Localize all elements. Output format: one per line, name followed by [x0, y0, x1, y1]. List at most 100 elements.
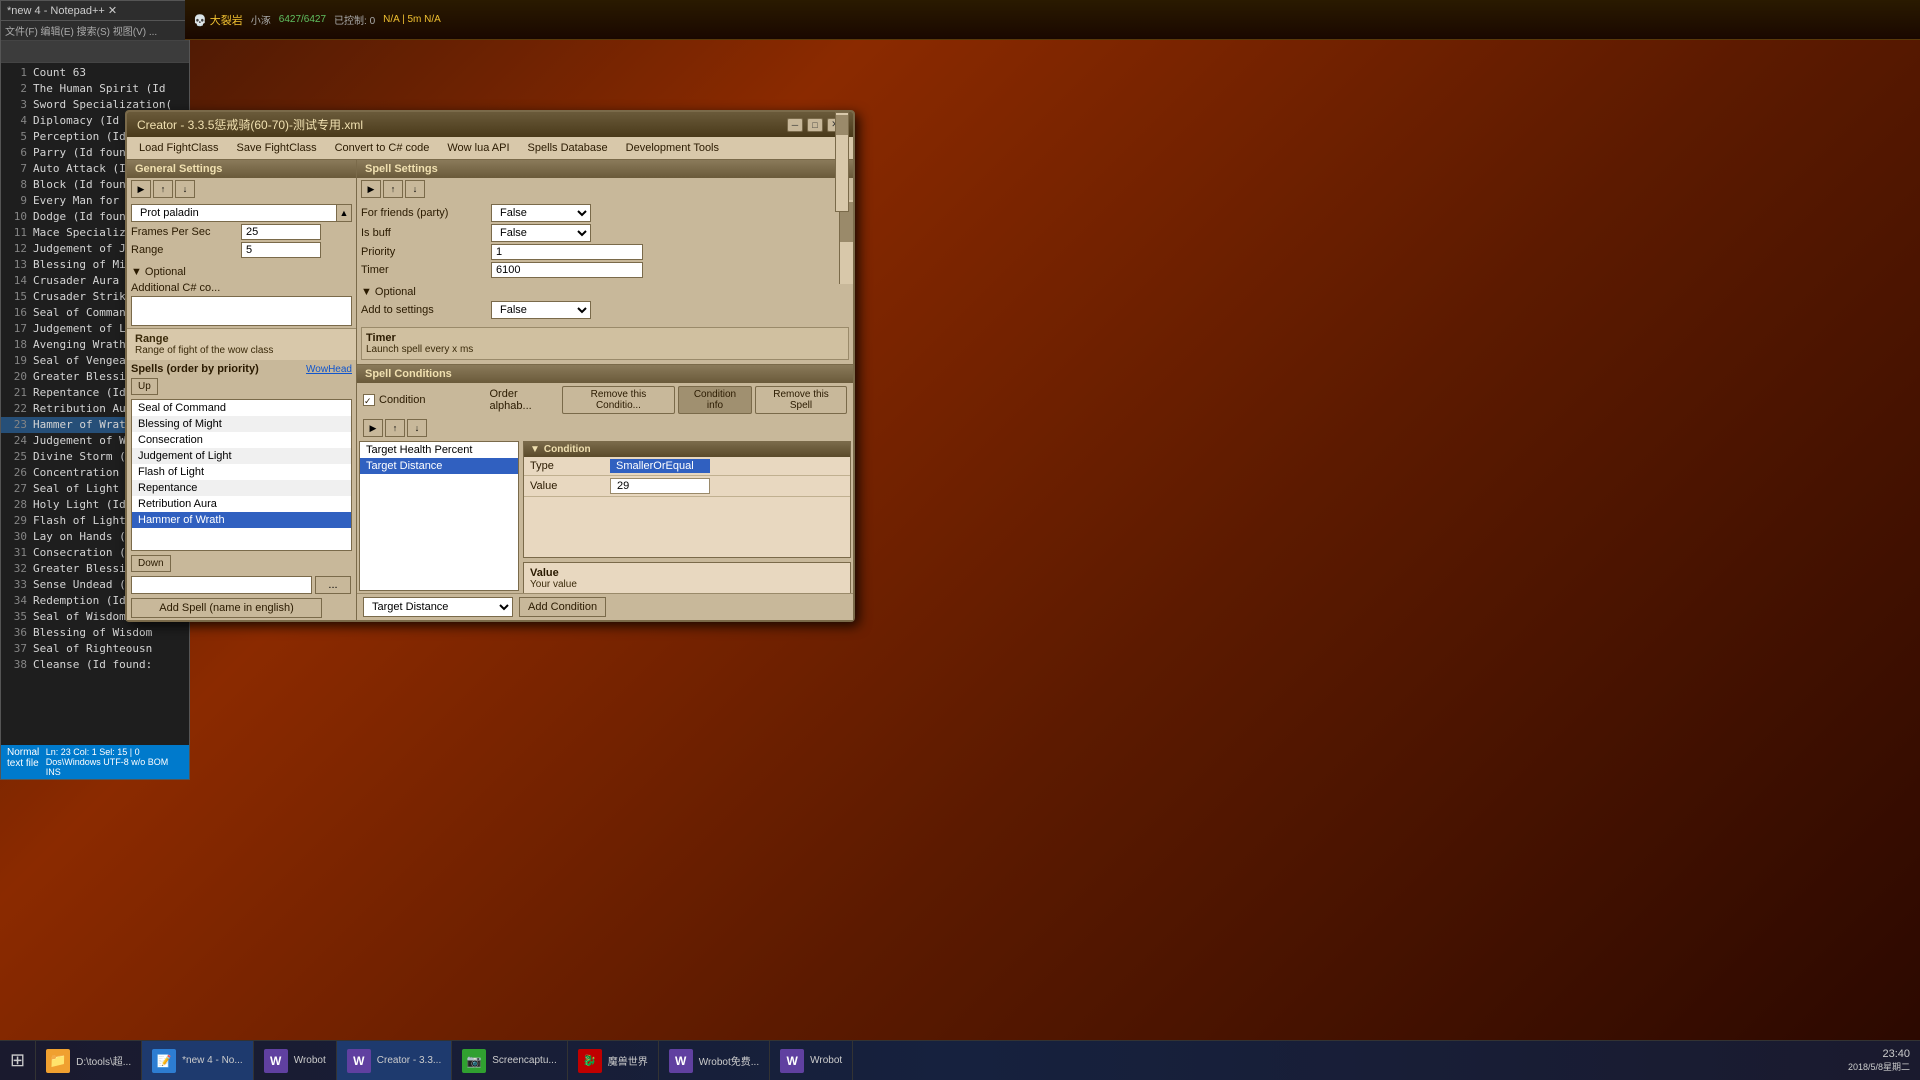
- for-friends-label: For friends (party): [361, 207, 491, 219]
- dialog-minimize-button[interactable]: ─: [787, 118, 803, 132]
- list-item[interactable]: Consecration: [132, 432, 351, 448]
- menu-convert-csharp[interactable]: Convert to C# code: [327, 139, 438, 157]
- range-label: Range: [131, 244, 241, 256]
- general-icon-btn-2[interactable]: ↑: [153, 180, 173, 198]
- taskbar-wrobot-1-label: Wrobot: [294, 1055, 326, 1066]
- remove-condition-button[interactable]: Remove this Conditio...: [562, 386, 675, 414]
- creator-icon: W: [347, 1049, 371, 1073]
- cond-icon-3[interactable]: ↓: [407, 419, 427, 437]
- spell-down-button[interactable]: Down: [131, 555, 171, 572]
- value-title: Value: [530, 567, 844, 579]
- notepad-titlebar: *new 4 - Notepad++ ✕: [1, 1, 189, 21]
- cond-icon-1[interactable]: ▶: [363, 419, 383, 437]
- timer-input[interactable]: [491, 262, 643, 278]
- cond-type-value: SmallerOrEqual: [610, 459, 710, 473]
- spells-header-row: Spells (order by priority) WowHead: [127, 360, 356, 378]
- taskbar-clock: 23:40 2018/5/8星期二: [1838, 1044, 1920, 1077]
- notepad-title: *new 4 - Notepad++: [7, 5, 105, 17]
- is-buff-dropdown[interactable]: False: [491, 224, 591, 242]
- add-condition-button[interactable]: Add Condition: [519, 597, 606, 617]
- taskbar-wrobot-free[interactable]: W Wrobot免费...: [659, 1041, 770, 1080]
- notepad-icon: 📝: [152, 1049, 176, 1073]
- optional-label: Optional: [145, 266, 186, 278]
- cond-section-header: ▼ Condition: [524, 442, 850, 457]
- fight-class-name-scroll-btn[interactable]: ▲: [336, 204, 352, 222]
- general-toolbar: ▶ ↑ ↓: [127, 178, 356, 200]
- add-to-settings-dropdown[interactable]: False: [491, 301, 591, 319]
- add-spell-button[interactable]: Add Spell (name in english): [131, 598, 322, 618]
- range-info: Range Range of fight of the wow class: [127, 328, 356, 360]
- spell-settings-scrollbar[interactable]: [839, 200, 853, 284]
- spell-settings-scroll: For friends (party) False Is buff False …: [357, 200, 853, 284]
- timer-info-section: Timer Launch spell every x ms: [361, 327, 849, 360]
- for-friends-dropdown[interactable]: False: [491, 204, 591, 222]
- list-item[interactable]: Hammer of Wrath: [132, 512, 351, 528]
- cond-value-val[interactable]: 29: [610, 478, 710, 494]
- menu-load-fightclass[interactable]: Load FightClass: [131, 139, 227, 157]
- frames-per-sec-input[interactable]: [241, 224, 321, 240]
- cond-icon-2[interactable]: ↑: [385, 419, 405, 437]
- condition-type-dropdown[interactable]: Target Distance: [363, 597, 513, 617]
- taskbar-wow[interactable]: 🐉 魔兽世界: [568, 1041, 659, 1080]
- spell-search-input[interactable]: [131, 576, 312, 594]
- list-item[interactable]: Judgement of Light: [132, 448, 351, 464]
- notepad-menubar: 文件(F) 编辑(E) 搜索(S) 视图(V) ...: [1, 21, 189, 41]
- condition-checkbox[interactable]: [363, 394, 375, 406]
- list-item[interactable]: Seal of Command: [132, 400, 351, 416]
- priority-input[interactable]: [491, 244, 643, 260]
- general-settings-header: General Settings: [127, 160, 356, 178]
- notepad-line: 1Count 63: [1, 65, 189, 81]
- spells-list[interactable]: Seal of CommandBlessing of MightConsecra…: [131, 399, 352, 551]
- settings-area: Prot paladin ▲ Frames Per Sec Range: [127, 200, 356, 264]
- list-item[interactable]: Flash of Light: [132, 464, 351, 480]
- timer-row: Timer: [361, 262, 849, 278]
- list-item[interactable]: Blessing of Might: [132, 416, 351, 432]
- list-item[interactable]: Retribution Aura: [132, 496, 351, 512]
- spell-browse-button[interactable]: ...: [315, 576, 351, 594]
- menu-wow-lua-api[interactable]: Wow lua API: [439, 139, 517, 157]
- optional-toggle[interactable]: ▼ Optional: [131, 266, 352, 278]
- fight-class-name-dropdown[interactable]: Prot paladin: [131, 204, 352, 222]
- list-item[interactable]: Target Health Percent: [360, 442, 518, 458]
- taskbar-notepad[interactable]: 📝 *new 4 - No...: [142, 1041, 254, 1080]
- general-icon-btn-1[interactable]: ▶: [131, 180, 151, 198]
- spell-settings-icon-1[interactable]: ▶: [361, 180, 381, 198]
- spell-add-row: ...: [127, 574, 356, 596]
- taskbar-notepad-label: *new 4 - No...: [182, 1055, 243, 1066]
- taskbar-wrobot-1[interactable]: W Wrobot: [254, 1041, 337, 1080]
- taskbar-screencapture[interactable]: 📷 Screencaptu...: [452, 1041, 567, 1080]
- condition-info-button[interactable]: Condition info: [678, 386, 752, 414]
- taskbar-wrobot-2[interactable]: W Wrobot: [770, 1041, 853, 1080]
- taskbar-file-explorer[interactable]: 📁 D:\tools\超...: [36, 1041, 142, 1080]
- spell-settings-icon-3[interactable]: ↓: [405, 180, 425, 198]
- list-item[interactable]: Target Distance: [360, 458, 518, 474]
- file-explorer-icon: 📁: [46, 1049, 70, 1073]
- range-input[interactable]: [241, 242, 321, 258]
- taskbar-wrobot-free-label: Wrobot免费...: [699, 1053, 759, 1068]
- dialog-body: General Settings ▶ ↑ ↓ Prot paladin ▲ Fr…: [127, 160, 853, 620]
- cond-type-row: Type SmallerOrEqual: [524, 457, 850, 476]
- remove-spell-button[interactable]: Remove this Spell: [755, 386, 847, 414]
- notepad-close[interactable]: ✕: [108, 5, 117, 17]
- conditions-toolbar: Condition Order alphab... Remove this Co…: [357, 383, 853, 417]
- menu-spells-database[interactable]: Spells Database: [520, 139, 616, 157]
- dialog-maximize-button[interactable]: □: [807, 118, 823, 132]
- spell-settings-toolbar: ▶ ↑ ↓: [357, 178, 853, 200]
- taskbar-creator-label: Creator - 3.3...: [377, 1055, 441, 1066]
- menu-development-tools[interactable]: Development Tools: [618, 139, 727, 157]
- wrobot-2-icon: W: [780, 1049, 804, 1073]
- taskbar-start-button[interactable]: ⊞: [0, 1041, 36, 1080]
- conditions-list[interactable]: Target Health PercentTarget Distance: [359, 441, 519, 591]
- additional-input-area[interactable]: [131, 296, 352, 326]
- spells-label: Spells (order by priority): [131, 363, 259, 375]
- spell-settings-icon-2[interactable]: ↑: [383, 180, 403, 198]
- spell-optional-toggle[interactable]: ▼ Optional: [361, 286, 849, 298]
- spell-up-button[interactable]: Up: [131, 378, 158, 395]
- condition-table: ▼ Condition Type SmallerOrEqual Value 29: [523, 441, 851, 558]
- list-item[interactable]: Repentance: [132, 480, 351, 496]
- taskbar-creator[interactable]: W Creator - 3.3...: [337, 1041, 452, 1080]
- menu-save-fightclass[interactable]: Save FightClass: [229, 139, 325, 157]
- wowhead-link[interactable]: WowHead: [306, 364, 352, 375]
- conditions-panel: Spell Conditions Condition Order alphab.…: [357, 364, 853, 620]
- general-icon-btn-3[interactable]: ↓: [175, 180, 195, 198]
